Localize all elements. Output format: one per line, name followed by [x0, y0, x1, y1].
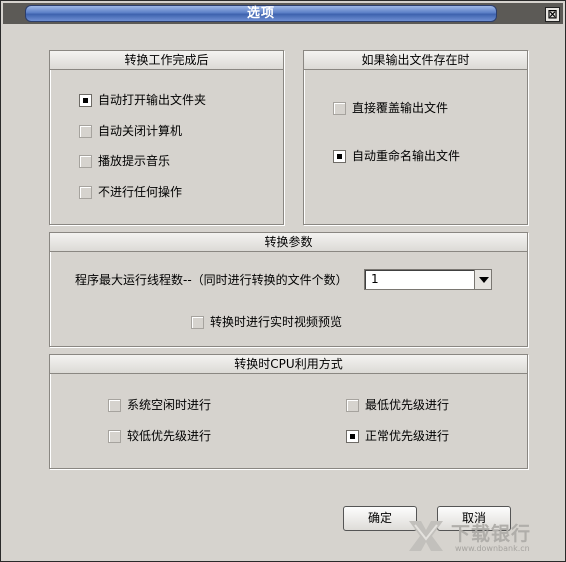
checkbox-idle-priority[interactable]: [108, 399, 121, 412]
checkbox-normal-priority[interactable]: [346, 430, 359, 443]
option-label: 最低优先级进行: [365, 398, 450, 412]
option-label: 直接覆盖输出文件: [352, 101, 449, 115]
option-label: 正常优先级进行: [365, 429, 450, 443]
checkbox-below-normal-priority[interactable]: [108, 430, 121, 443]
chevron-down-icon[interactable]: [474, 270, 491, 289]
threads-label: 程序最大运行线程数--（同时进行转换的文件个数）: [75, 273, 348, 287]
checkbox-realtime-preview[interactable]: [191, 316, 204, 329]
checkbox-shutdown-computer[interactable]: [79, 125, 92, 138]
checkbox-play-sound[interactable]: [79, 155, 92, 168]
title-bar[interactable]: 选项 ⊠: [3, 3, 563, 24]
group-params-header: 转换参数: [50, 233, 527, 252]
group-file-exists-header: 如果输出文件存在时: [304, 51, 527, 70]
option-label: 较低优先级进行: [127, 429, 212, 443]
group-cpu: 转换时CPU利用方式 系统空闲时进行 最低优先级进行 较低优先级进行 正常优先级…: [49, 354, 528, 469]
watermark: 下载银行 www.downbank.cn: [405, 513, 565, 559]
checkbox-lowest-priority[interactable]: [346, 399, 359, 412]
checkbox-open-output-folder[interactable]: [79, 94, 92, 107]
option-label: 转换时进行实时视频预览: [210, 315, 343, 329]
watermark-url: www.downbank.cn: [455, 544, 530, 553]
option-label: 播放提示音乐: [98, 154, 171, 168]
group-after-convert-header: 转换工作完成后: [50, 51, 283, 70]
group-after-convert: 转换工作完成后 自动打开输出文件夹 自动关闭计算机 播放提示音乐 不进行任何操作: [49, 50, 284, 225]
option-label: 系统空闲时进行: [127, 398, 212, 412]
watermark-name: 下载银行: [451, 523, 532, 545]
close-icon: ⊠: [547, 7, 558, 21]
close-button[interactable]: ⊠: [545, 7, 560, 22]
group-cpu-header: 转换时CPU利用方式: [50, 355, 527, 374]
option-label: 自动打开输出文件夹: [98, 93, 207, 107]
threads-select-value: 1: [371, 272, 379, 286]
checkbox-overwrite-file[interactable]: [333, 102, 346, 115]
group-file-exists: 如果输出文件存在时 直接覆盖输出文件 自动重命名输出文件: [303, 50, 528, 225]
watermark-logo-icon: [409, 521, 443, 551]
options-dialog: 选项 ⊠ 转换工作完成后 自动打开输出文件夹 自动关闭计算机 播放提示音乐 不进…: [0, 0, 566, 562]
option-label: 自动重命名输出文件: [352, 149, 461, 163]
checkbox-auto-rename[interactable]: [333, 150, 346, 163]
option-label: 不进行任何操作: [98, 185, 183, 199]
threads-select[interactable]: 1: [364, 269, 492, 290]
option-label: 自动关闭计算机: [98, 124, 183, 138]
window-title: 选项: [25, 5, 497, 22]
checkbox-do-nothing[interactable]: [79, 186, 92, 199]
